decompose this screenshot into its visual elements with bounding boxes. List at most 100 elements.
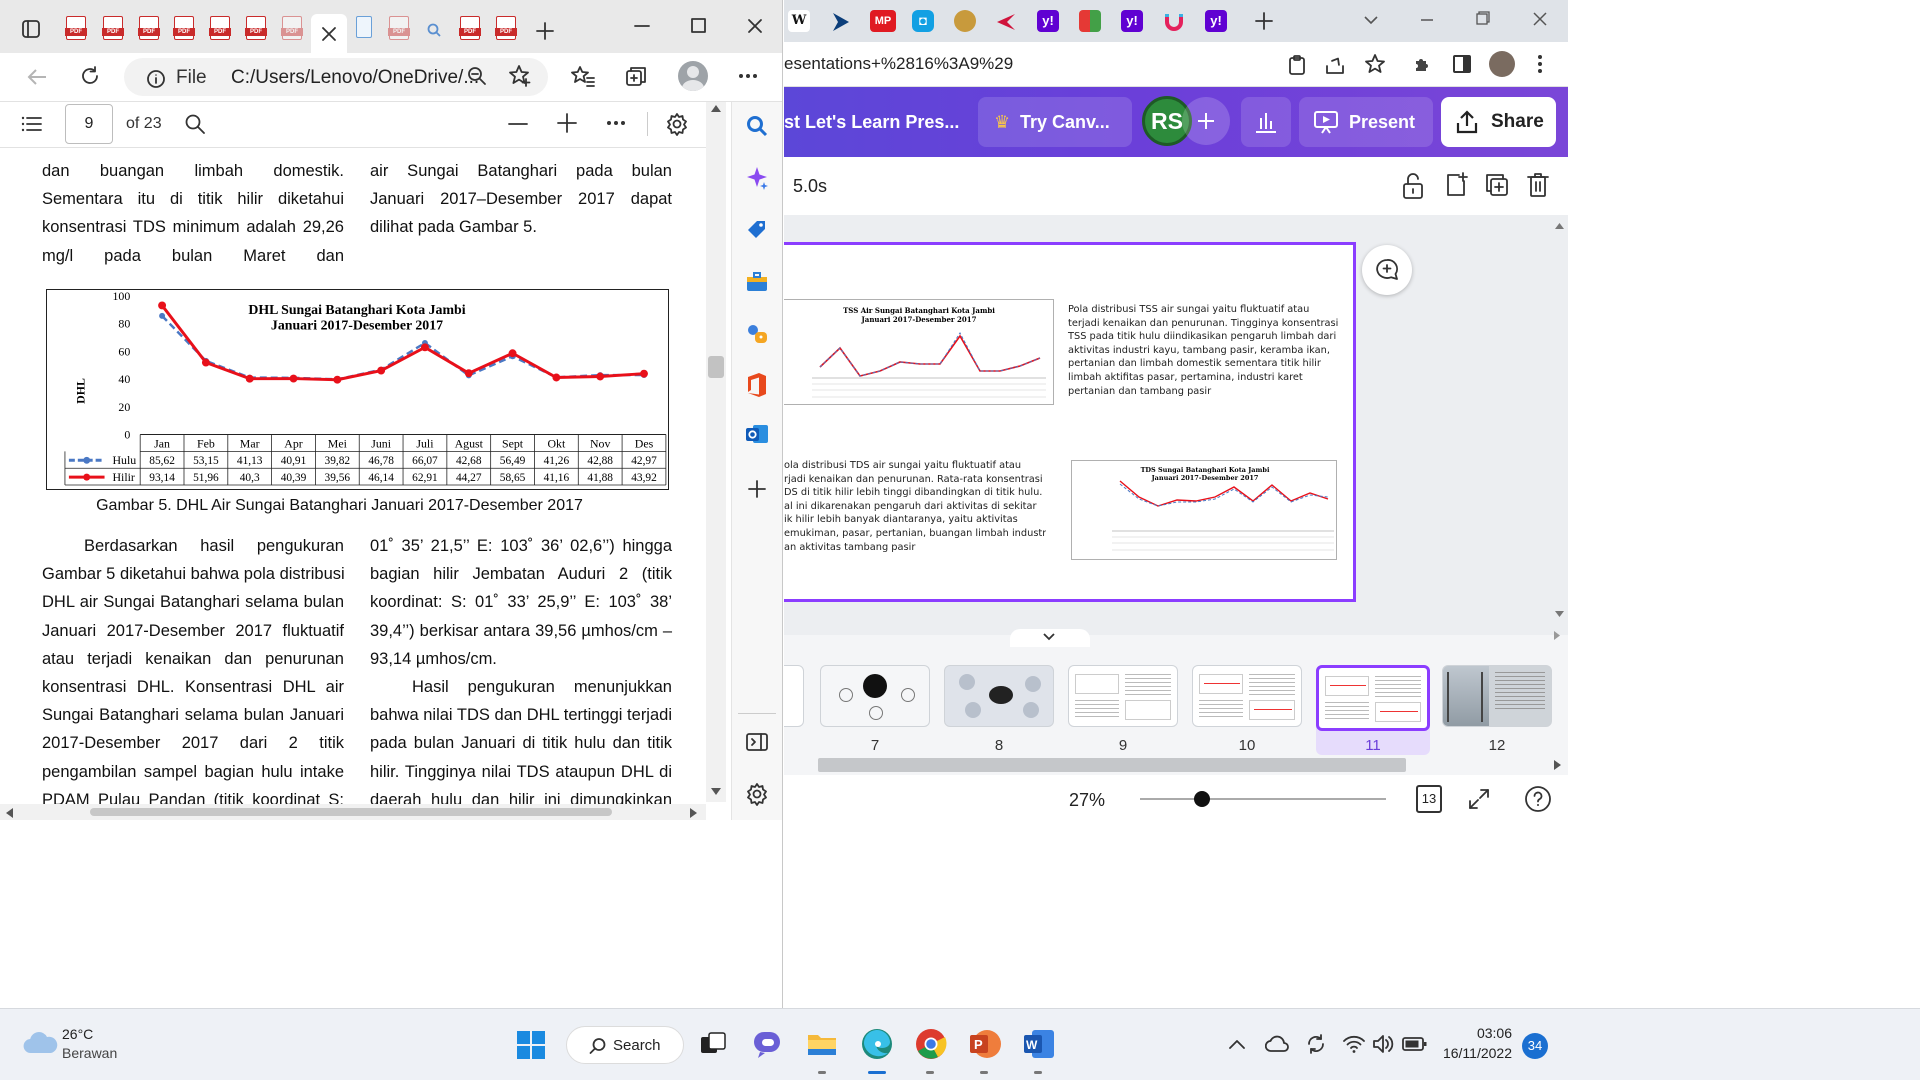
maximize-icon[interactable]: [691, 18, 706, 33]
yahoo-tab-icon-2[interactable]: y!: [1121, 10, 1143, 32]
new-tab-icon[interactable]: [1255, 12, 1273, 30]
zoom-in-pdf-icon[interactable]: [557, 113, 577, 133]
scroll-right-icon[interactable]: [1554, 760, 1561, 770]
tab-search-chevron-icon[interactable]: [1363, 15, 1379, 25]
chrome-address-bar[interactable]: esentations+%2816%3A9%29: [784, 42, 1568, 87]
zoom-out-icon[interactable]: [466, 65, 488, 87]
volume-icon[interactable]: [1372, 1034, 1394, 1054]
side-panel-icon[interactable]: [1452, 54, 1472, 74]
mp-tab-icon[interactable]: MP: [870, 10, 896, 32]
scroll-up-icon[interactable]: [1555, 223, 1564, 229]
tools-briefcase-icon[interactable]: [745, 270, 769, 294]
sync-icon[interactable]: [1305, 1033, 1327, 1055]
chrome-profile-avatar[interactable]: [1489, 51, 1515, 77]
scroll-up-icon[interactable]: [711, 105, 721, 112]
games-icon[interactable]: [745, 322, 769, 346]
emblem-tab-icon[interactable]: [954, 10, 976, 32]
insights-button[interactable]: [1241, 97, 1291, 147]
scroll-thumb[interactable]: [708, 356, 724, 378]
edge-icon[interactable]: [860, 1027, 894, 1061]
tab-doc[interactable]: [356, 16, 378, 40]
fullscreen-icon[interactable]: [1468, 788, 1490, 810]
skype-tab-icon[interactable]: ◘: [912, 10, 934, 32]
thumbnails-scrollbar[interactable]: [818, 758, 1406, 772]
tab-pdf-7[interactable]: [281, 16, 304, 40]
slide-11[interactable]: TSS Air Sungai Batanghari Kota Jambi Jan…: [784, 242, 1356, 602]
scroll-left-icon[interactable]: [6, 808, 13, 818]
page-count-button[interactable]: 13: [1416, 785, 1442, 813]
try-canva-pro-button[interactable]: ♛ Try Canv...: [978, 97, 1132, 147]
collapse-thumbnails-button[interactable]: [1010, 629, 1090, 647]
minimize-icon[interactable]: [1420, 18, 1434, 22]
find-icon[interactable]: [184, 113, 206, 135]
clipboard-icon[interactable]: [1287, 54, 1307, 76]
add-comment-button[interactable]: [1362, 245, 1412, 295]
share-page-icon[interactable]: [1324, 54, 1346, 76]
search-icon[interactable]: [745, 114, 769, 138]
tab-search-icon[interactable]: [426, 22, 442, 38]
chevron-up-icon[interactable]: [1228, 1039, 1246, 1049]
minimize-icon[interactable]: [634, 24, 650, 28]
add-sidebar-icon[interactable]: [748, 480, 766, 498]
tab-pdf-1[interactable]: [65, 16, 88, 40]
contents-icon[interactable]: [21, 115, 43, 133]
duplicate-page-icon[interactable]: [1484, 172, 1510, 198]
zoom-slider-handle[interactable]: [1194, 791, 1210, 807]
lock-icon[interactable]: [1402, 172, 1424, 200]
tab-active[interactable]: [311, 14, 347, 53]
thumbnail-6[interactable]: [784, 665, 804, 727]
scroll-down-icon[interactable]: [1555, 611, 1564, 617]
notification-badge[interactable]: 34: [1522, 1033, 1548, 1059]
thumbnail-9[interactable]: [1068, 665, 1178, 727]
help-icon[interactable]: [1524, 785, 1552, 813]
zoom-slider[interactable]: [1140, 791, 1386, 807]
window-close-icon[interactable]: [747, 18, 763, 34]
wifi-icon[interactable]: [1343, 1034, 1365, 1054]
shopping-tag-icon[interactable]: [745, 218, 769, 242]
word-icon[interactable]: W: [1022, 1027, 1056, 1061]
invite-button[interactable]: [1182, 97, 1230, 145]
battery-icon[interactable]: [1402, 1036, 1428, 1052]
scroll-down-icon[interactable]: [711, 788, 721, 795]
tab-pdf-8[interactable]: [388, 16, 411, 40]
profile-avatar[interactable]: [678, 61, 708, 91]
thumbnail-10[interactable]: [1192, 665, 1302, 727]
extensions-icon[interactable]: [1412, 53, 1434, 75]
add-page-icon[interactable]: [1444, 172, 1468, 198]
thumbnail-8[interactable]: [944, 665, 1054, 727]
tab-pdf-2[interactable]: [102, 16, 125, 40]
pdf-vertical-scrollbar[interactable]: [706, 102, 726, 802]
page-number-input[interactable]: 9: [65, 104, 113, 144]
window-close-icon[interactable]: [1532, 11, 1548, 27]
hide-sidebar-icon[interactable]: [746, 732, 768, 752]
tab-pdf-9[interactable]: [459, 16, 482, 40]
tab-actions-icon[interactable]: [21, 19, 41, 39]
file-explorer-icon[interactable]: [806, 1029, 838, 1059]
hscroll-thumb[interactable]: [90, 808, 612, 816]
scroll-right-icon[interactable]: [1554, 631, 1560, 640]
zoom-out-pdf-icon[interactable]: [508, 122, 528, 126]
restore-icon[interactable]: [1476, 11, 1490, 25]
magnet-tab-icon[interactable]: [1163, 11, 1185, 33]
weather-widget[interactable]: 26°C Berawan: [16, 1019, 166, 1071]
thumbnail-11[interactable]: [1316, 665, 1430, 731]
slide-duration[interactable]: 5.0s: [793, 176, 827, 197]
teams-chat-icon[interactable]: [752, 1029, 784, 1059]
back-icon[interactable]: [26, 67, 48, 87]
design-title[interactable]: st Let's Learn Pres...: [784, 97, 964, 147]
sidebar-settings-icon[interactable]: [745, 782, 769, 806]
pdf-horizontal-scrollbar[interactable]: [0, 804, 706, 820]
refresh-icon[interactable]: [79, 65, 101, 87]
copilot-sparkle-icon[interactable]: [745, 166, 769, 190]
share-button[interactable]: Share: [1441, 97, 1556, 147]
close-icon[interactable]: [321, 26, 337, 42]
yahoo-tab-icon-3[interactable]: y!: [1205, 10, 1227, 32]
thumbnail-12[interactable]: [1442, 665, 1552, 727]
settings-icon[interactable]: [665, 112, 689, 136]
office-icon[interactable]: [745, 372, 769, 398]
grid-tab-icon[interactable]: [1079, 10, 1101, 32]
powerpoint-icon[interactable]: P: [968, 1027, 1002, 1061]
yahoo-tab-icon-1[interactable]: y!: [1037, 10, 1059, 32]
outlook-icon[interactable]: [745, 422, 769, 446]
task-view-icon[interactable]: [700, 1029, 726, 1059]
